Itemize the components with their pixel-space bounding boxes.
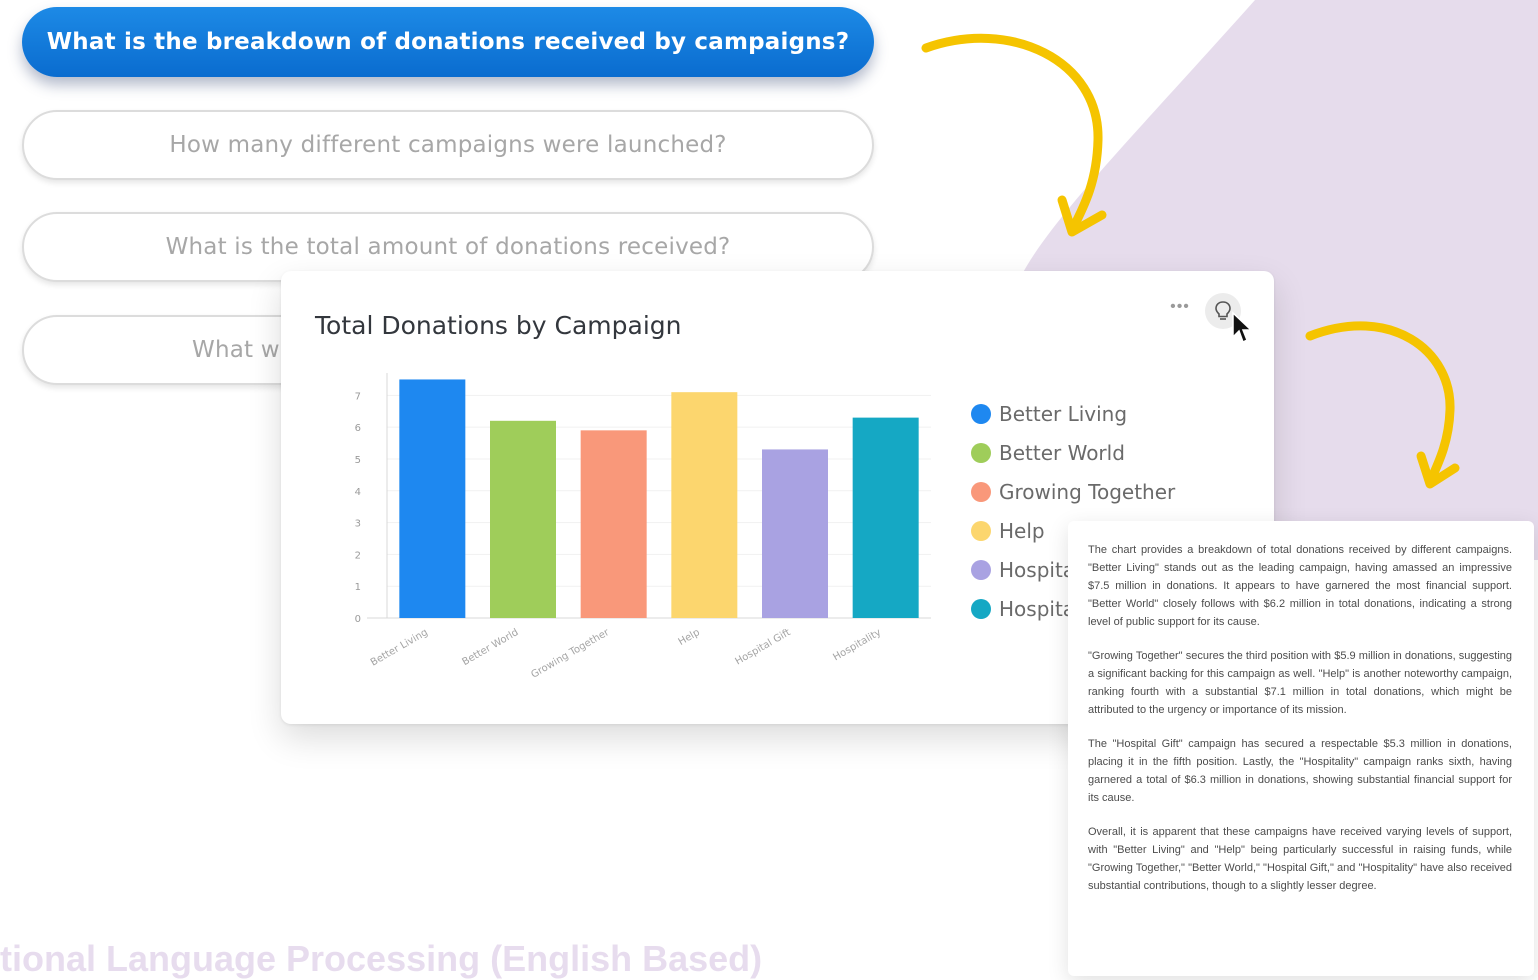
chart-bar (399, 379, 466, 618)
chart-bar (671, 392, 738, 618)
y-tick-label: 0 (355, 614, 361, 625)
legend-swatch (971, 482, 991, 502)
y-tick-label: 5 (355, 455, 361, 466)
legend-label: Help (999, 519, 1045, 543)
legend-item[interactable]: Better World (971, 434, 1175, 472)
y-tick-label: 7 (355, 391, 361, 402)
legend-swatch (971, 560, 991, 580)
y-tick-label: 4 (355, 487, 361, 498)
y-tick-label: 1 (355, 582, 361, 593)
legend-item[interactable]: Growing Together (971, 473, 1175, 511)
x-tick-label: Growing Together (529, 627, 612, 681)
legend-label: Hospita (999, 558, 1076, 582)
legend-swatch (971, 521, 991, 541)
insight-paragraph: Overall, it is apparent that these campa… (1088, 826, 1512, 892)
y-tick-label: 6 (355, 423, 361, 434)
legend-label: Hospita (999, 597, 1076, 621)
x-tick-label: Hospitality (831, 627, 883, 663)
insight-paragraph: The chart provides a breakdown of total … (1088, 544, 1512, 628)
legend-label: Better Living (999, 402, 1128, 426)
insight-card: The chart provides a breakdown of total … (1068, 521, 1534, 976)
insight-paragraph: "Growing Together" secures the third pos… (1088, 650, 1512, 716)
arrow-icon (921, 33, 1107, 237)
chart-bar (580, 430, 647, 618)
arrow-icon (1305, 321, 1460, 489)
x-tick-label: Hospital Gift (733, 627, 792, 667)
insight-paragraph: The "Hospital Gift" campaign has secured… (1088, 738, 1512, 804)
legend-swatch (971, 443, 991, 463)
y-tick-label: 3 (355, 519, 361, 530)
legend-label: Better World (999, 441, 1125, 465)
x-tick-label: Better World (460, 627, 520, 668)
chart-bar (490, 420, 556, 618)
x-tick-label: Help (677, 627, 702, 648)
y-tick-label: 2 (355, 550, 361, 561)
x-tick-label: Better Living (369, 627, 430, 669)
section-heading: tional Language Processing (English Base… (0, 938, 763, 979)
legend-swatch (971, 599, 991, 619)
chart-bar (852, 417, 919, 618)
legend-swatch (971, 404, 991, 424)
legend-item[interactable]: Better Living (971, 395, 1175, 433)
legend-label: Growing Together (999, 480, 1176, 504)
chart-bar (762, 449, 828, 618)
